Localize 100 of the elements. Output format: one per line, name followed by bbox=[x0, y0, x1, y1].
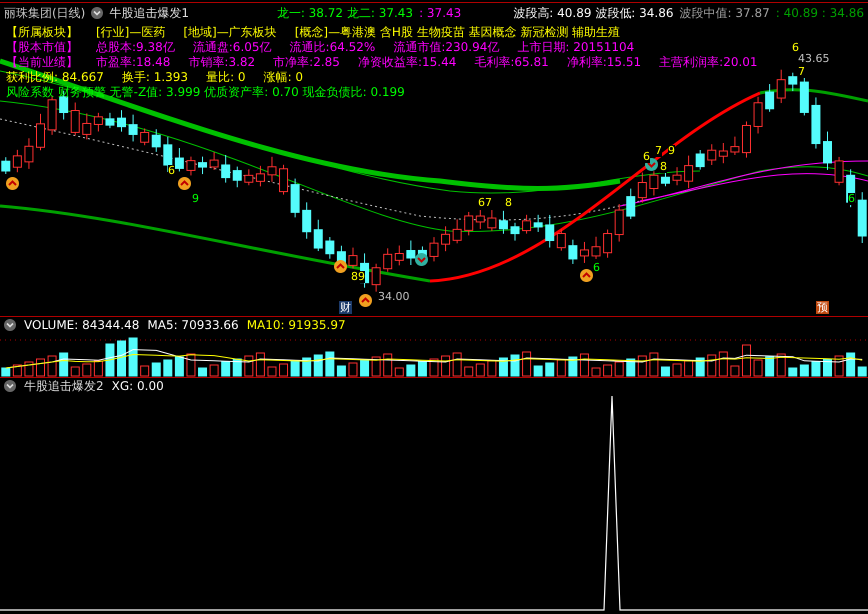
chart-label: 6 bbox=[848, 193, 855, 205]
candlestick bbox=[24, 138, 34, 170]
up-chevron-icon bbox=[334, 260, 347, 273]
candlestick bbox=[823, 131, 832, 170]
chart-label: 89 bbox=[351, 271, 365, 283]
candlestick bbox=[614, 204, 624, 242]
up-chevron-icon bbox=[6, 177, 19, 190]
up-chevron-icon bbox=[359, 294, 372, 307]
candlestick bbox=[94, 112, 103, 132]
down-chevron-icon bbox=[415, 253, 428, 266]
up-chevron-icon bbox=[580, 269, 593, 282]
dropdown-icon[interactable] bbox=[4, 380, 16, 392]
candlestick bbox=[858, 192, 867, 244]
indicator-readout: 波段中值: 37.87 bbox=[680, 4, 770, 22]
info-text: 主营利润率:20.01 bbox=[659, 55, 758, 70]
candlestick bbox=[476, 210, 485, 230]
candlestick bbox=[221, 154, 230, 184]
volume-readout: MA10: 91935.97 bbox=[246, 318, 346, 332]
candlestick bbox=[672, 166, 682, 186]
candlestick bbox=[12, 149, 22, 173]
info-text: 流通盘:6.05亿 bbox=[192, 40, 272, 55]
candlestick bbox=[430, 236, 438, 262]
event-tag[interactable]: 财 bbox=[339, 301, 352, 314]
chart-label: 8 bbox=[660, 161, 667, 173]
chart-label: 34.00 bbox=[378, 291, 410, 303]
candlestick bbox=[267, 156, 276, 182]
candlestick bbox=[626, 188, 636, 220]
candlestick bbox=[152, 128, 161, 152]
candlestick bbox=[441, 226, 450, 252]
candlestick bbox=[660, 170, 670, 187]
info-text: 流通比:64.52% bbox=[290, 40, 376, 55]
candlestick bbox=[198, 156, 208, 175]
chart-label: 67 bbox=[478, 197, 492, 209]
indicator-name: 牛股追击爆发1 bbox=[109, 4, 190, 22]
info-text: 市销率:3.82 bbox=[188, 55, 256, 70]
info-text: 净资收益率:15.44 bbox=[358, 55, 456, 70]
candlestick bbox=[210, 152, 219, 170]
candlestick bbox=[383, 248, 392, 272]
candlestick bbox=[742, 120, 751, 158]
chart-label: 8 bbox=[505, 197, 512, 209]
indicator-readout: 龙一: 38.72 龙二: 37.43 bbox=[276, 4, 414, 22]
candlestick bbox=[510, 222, 520, 242]
event-tag[interactable]: 预 bbox=[816, 301, 829, 314]
candlestick bbox=[707, 144, 716, 166]
indicator-name: 牛股追击爆发2 bbox=[24, 378, 104, 394]
candlestick bbox=[788, 72, 798, 92]
info-text: 量比: 0 bbox=[206, 70, 246, 85]
candlestick bbox=[174, 148, 184, 172]
candlestick bbox=[568, 239, 578, 264]
chart-label: 7 bbox=[655, 145, 662, 157]
candlestick bbox=[232, 166, 242, 188]
candlestick bbox=[534, 214, 543, 232]
info-text: 流通市值:230.94亿 bbox=[393, 40, 500, 55]
candlestick bbox=[244, 168, 254, 186]
candlestick bbox=[834, 156, 844, 186]
candlestick bbox=[580, 241, 589, 264]
candlestick bbox=[522, 214, 532, 234]
info-text: [行业]—医药 bbox=[96, 25, 166, 40]
up-chevron-icon bbox=[178, 177, 191, 190]
stock-title: 丽珠集团(日线) bbox=[4, 4, 86, 22]
candlestick bbox=[128, 114, 138, 142]
candlestick bbox=[800, 76, 809, 116]
dropdown-icon[interactable] bbox=[4, 319, 16, 331]
info-text: 【所属板块】 bbox=[6, 25, 78, 40]
volume-readout: VOLUME: 84344.48 bbox=[24, 318, 140, 332]
candlestick bbox=[684, 155, 694, 189]
candlestick bbox=[186, 156, 196, 176]
info-text: 上市日期: 20151104 bbox=[517, 40, 634, 55]
candlestick bbox=[140, 128, 150, 146]
candlestick bbox=[556, 229, 566, 252]
signal-readout: XG: 0.00 bbox=[112, 379, 164, 393]
candlestick bbox=[36, 113, 45, 151]
info-text: 市盈率:18.48 bbox=[96, 55, 170, 70]
chart-label: 9 bbox=[668, 145, 675, 157]
candlestick bbox=[545, 214, 554, 248]
candlestick bbox=[105, 112, 114, 129]
info-text: 涨幅: 0 bbox=[264, 70, 304, 85]
chart-label: 6 bbox=[593, 262, 600, 274]
candlestick bbox=[372, 263, 381, 292]
candlestick bbox=[290, 178, 300, 218]
dropdown-icon[interactable] bbox=[91, 7, 104, 19]
candlestick bbox=[638, 172, 647, 204]
candlestick bbox=[776, 69, 786, 104]
candlestick bbox=[696, 150, 705, 170]
candlestick bbox=[765, 84, 774, 112]
candlestick bbox=[394, 245, 404, 266]
candlestick bbox=[82, 112, 92, 140]
indicator-readout: : 40.89 : 34.86 bbox=[776, 6, 864, 20]
candlestick bbox=[649, 170, 658, 196]
info-text: 净利率:15.51 bbox=[566, 55, 642, 70]
candlestick bbox=[279, 164, 288, 196]
candlestick bbox=[314, 219, 323, 252]
candlestick bbox=[452, 218, 462, 244]
candlestick bbox=[256, 165, 265, 187]
candlestick bbox=[487, 210, 496, 232]
candlestick bbox=[498, 210, 508, 234]
candlestick bbox=[348, 247, 358, 269]
candlestick bbox=[811, 96, 820, 150]
info-text: [地域]—广东板块 bbox=[183, 25, 277, 40]
candlestick bbox=[70, 102, 80, 136]
